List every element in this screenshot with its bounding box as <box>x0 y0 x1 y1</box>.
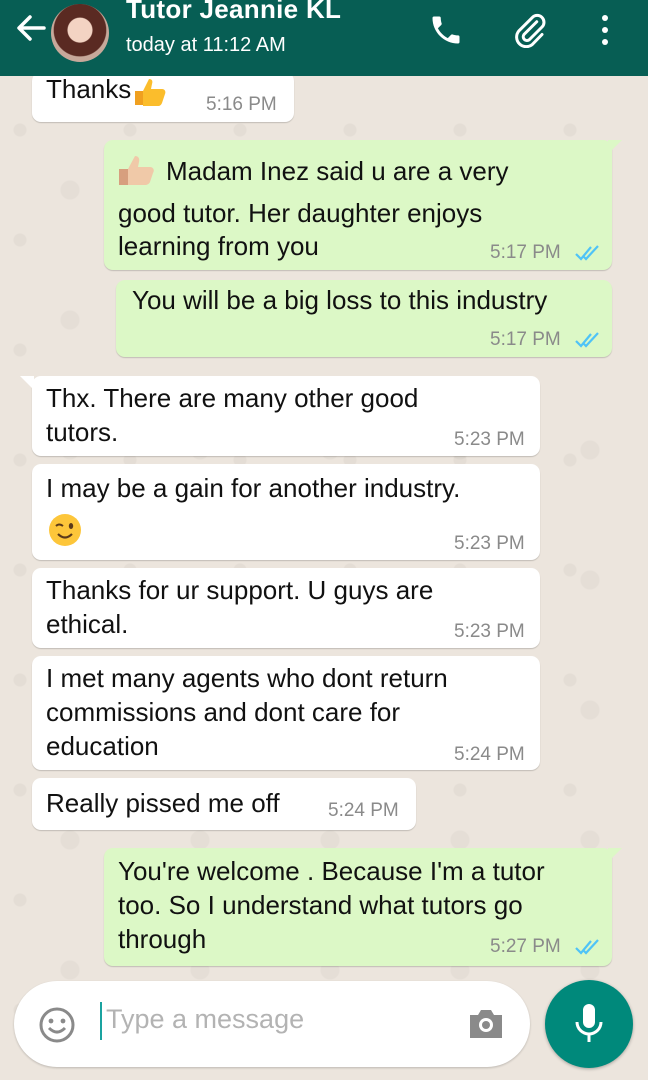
message-text-line: Thx. There are many other good <box>46 383 419 413</box>
message-bubble[interactable]: I met many agents who dont return commis… <box>32 656 540 770</box>
message-time: 5:23 PM <box>454 621 525 642</box>
message-bubble[interactable]: Madam Inez said u are a very good tutor.… <box>104 140 622 270</box>
message-input[interactable]: Type a message <box>106 1004 304 1035</box>
message-time: 5:27 PM <box>490 936 561 957</box>
read-ticks-icon <box>575 332 599 348</box>
camera-icon[interactable] <box>466 1006 506 1042</box>
message-text-line: Madam Inez said u are a very <box>166 156 509 186</box>
message-text: You will be a big loss to this industry <box>132 285 548 315</box>
message-bubble[interactable]: Thanks for ur support. U guys are ethica… <box>32 568 540 648</box>
message-time: 5:23 PM <box>454 429 525 450</box>
last-seen: today at 11:12 AM <box>126 34 286 56</box>
message-text-line: ethical. <box>46 609 129 639</box>
message-bubble[interactable]: Thanks 5:16 PM <box>32 72 294 122</box>
message-text-line: good tutor. Her daughter enjoys <box>118 198 483 228</box>
message-bubble[interactable]: Thx. There are many other good tutors. 5… <box>20 376 540 456</box>
text-cursor <box>100 1002 102 1040</box>
message-time: 5:17 PM <box>490 329 561 350</box>
message-time: 5:24 PM <box>454 744 525 765</box>
thumbs-up-emoji <box>119 156 154 185</box>
arrow-left-icon[interactable] <box>14 10 48 46</box>
message-text-line: Thanks for ur support. U guys are <box>46 575 434 605</box>
thumbs-up-emoji <box>135 79 166 107</box>
message-bubble[interactable]: You will be a big loss to this industry … <box>116 280 612 357</box>
message-text-line: tutors. <box>46 417 119 447</box>
message-text-line: education <box>46 731 159 761</box>
message-text-line: through <box>118 924 207 954</box>
more-vert-icon[interactable] <box>588 12 622 48</box>
voice-message-button[interactable] <box>545 980 633 1068</box>
message-text-line: You're welcome . Because I'm a tutor <box>118 856 545 886</box>
message-text: I may be a gain for another industry. <box>46 473 461 503</box>
message-text-line: too. So I understand what tutors go <box>118 890 523 920</box>
avatar[interactable] <box>51 4 109 62</box>
message-text-line: learning from you <box>118 231 319 261</box>
message-text: Really pissed me off <box>46 788 280 818</box>
message-text-line: I met many agents who dont return <box>46 663 448 693</box>
message-bubble[interactable]: Really pissed me off 5:24 PM <box>32 778 416 830</box>
winking-face-emoji <box>49 514 81 546</box>
chat-header: Tutor Jeannie KL today at 11:12 AM <box>0 0 648 76</box>
message-text: Thanks <box>46 74 132 104</box>
paperclip-icon[interactable] <box>512 12 548 48</box>
message-bubble[interactable]: You're welcome . Because I'm a tutor too… <box>104 848 622 966</box>
message-time: 5:16 PM <box>206 94 277 115</box>
message-time: 5:23 PM <box>454 533 525 554</box>
message-text-line: commissions and dont care for <box>46 697 401 727</box>
message-bubble[interactable]: I may be a gain for another industry. 5:… <box>32 464 540 560</box>
read-ticks-icon <box>575 245 599 261</box>
phone-icon[interactable] <box>428 12 464 48</box>
message-time: 5:24 PM <box>328 800 399 821</box>
read-ticks-icon <box>575 939 599 955</box>
message-time: 5:17 PM <box>490 242 561 263</box>
microphone-icon <box>575 1004 603 1042</box>
smiley-icon[interactable] <box>38 1006 76 1044</box>
contact-name[interactable]: Tutor Jeannie KL <box>126 0 341 25</box>
